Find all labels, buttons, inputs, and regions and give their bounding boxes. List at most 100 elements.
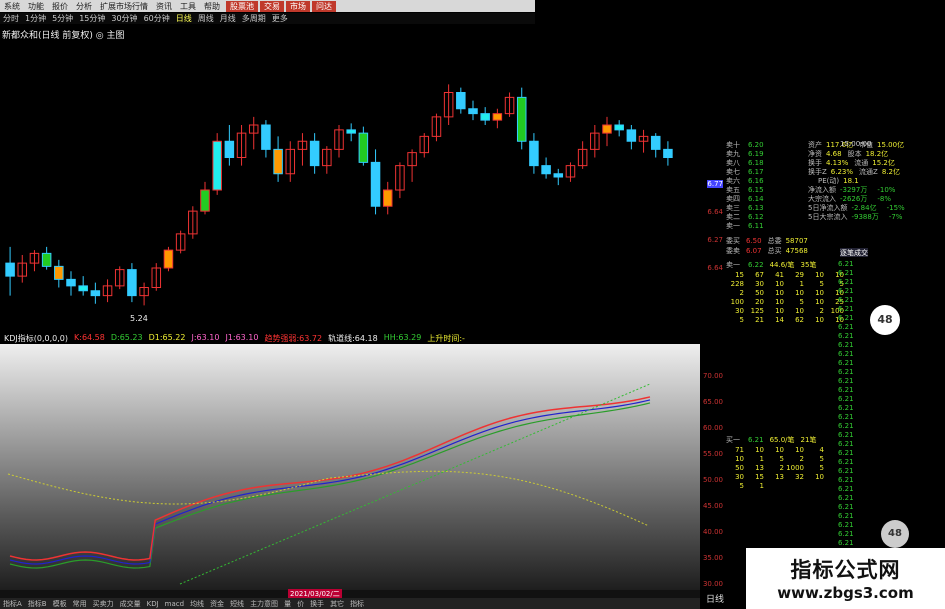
queue-cell: 62 [795,316,804,324]
indicator-tab-0[interactable]: 指标A [0,599,25,609]
tick-price: 6.21 [838,386,854,394]
queue-cell: 125 [750,307,764,315]
stat-row: 5日大宗流入 -9388万 -7% [808,212,902,221]
indicator-tab-11[interactable]: 主力意图 [247,599,281,609]
indicator-axis-tick: 70.00 [702,372,723,380]
indicator-tab-4[interactable]: 买卖力 [90,599,117,609]
tick-price: 6.21 [838,503,854,511]
ticks-header: 逐笔成交 [840,248,868,257]
queue-cell: 50 [735,464,744,472]
candle [419,133,430,158]
queue-count: 21笔 [800,436,817,444]
tick-price: 6.21 [838,296,854,304]
indicator-tab-8[interactable]: 均线 [187,599,207,609]
candle [638,129,649,153]
queue-cell: 71 [735,446,744,454]
sell-level-label: 卖四 [726,195,740,203]
indicator-tab-14[interactable]: 换手 [307,599,327,609]
float-badge-bottom[interactable]: 48 [881,520,909,548]
candle [151,263,162,291]
queue-cell: 2 [799,455,804,463]
sell-level: 卖二 6.12 [726,212,764,221]
candle [334,125,344,158]
tick-price: 6.21 [838,458,854,466]
order-summary: 委买 6.50 总委 58707 [726,236,808,245]
candle [504,92,515,117]
stat-row: PE(动) 18.1 [808,176,859,185]
clock: 15:00:00 [840,140,872,148]
indicator-tab-16[interactable]: 指标 [347,599,367,609]
tick-price: 6.21 [838,431,854,439]
float-badge-top[interactable]: 48 [870,305,900,335]
indicator-tab-6[interactable]: KDJ [144,600,162,608]
tick-price: 6.21 [838,359,854,367]
queue-qty: 65.0/笔 [769,436,795,444]
indicator-tab-1[interactable]: 指标B [25,599,50,609]
candle [200,181,210,215]
stat-row: 净流入额 -3297万 -10% [808,185,895,194]
sell-level: 卖五 6.15 [726,185,764,194]
sell-level: 卖六 6.16 [726,176,764,185]
queue-cell: 1 [799,280,804,288]
indicator-name[interactable]: KDJ指标(0,0,0,0) [4,333,68,344]
line-d [9,402,651,569]
queue-cell: 2 [779,464,784,472]
indicator-tab-5[interactable]: 成交量 [117,599,144,609]
tick-price: 6.21 [838,341,854,349]
indicator-tab-13[interactable]: 价 [294,599,307,609]
stat-value: 4.68 [826,150,842,158]
stat-row: 大宗流入 -2626万 -8% [808,194,891,203]
candle [650,133,661,158]
queue-label: 卖一 [726,261,740,269]
sell-level: 卖四 6.14 [726,194,764,203]
stat-row: 换手Z 6.23% 流通Z 8.2亿 [808,167,900,176]
sell-level: 卖十 6.20 [726,140,764,149]
queue-cell: 10 [815,473,824,481]
candle [565,162,576,182]
indicator-tab-9[interactable]: 资金 [207,599,227,609]
queue-cell: 14 [775,316,784,324]
candle [663,141,673,166]
indicator-panel[interactable] [0,344,700,590]
indicator-tab-12[interactable]: 量 [281,599,294,609]
indicator-value-2: D1:65.22 [148,333,186,342]
indicator-tab-10[interactable]: 短线 [227,599,247,609]
queue-cell: 5 [819,280,824,288]
queue-cell: 10 [815,298,824,306]
queue-cell: 228 [730,280,744,288]
stat-value2: -15% [886,204,905,212]
stat-key: 大宗流入 [808,195,836,203]
candle [261,120,271,158]
sell-level-label: 卖五 [726,186,740,194]
candle [407,149,417,182]
sell-level-label: 卖六 [726,177,740,185]
indicator-tab-3[interactable]: 常用 [70,599,90,609]
stat-key: 换手Z [808,168,827,176]
candlestick-chart[interactable] [0,0,700,330]
indicator-tab-2[interactable]: 模板 [50,599,70,609]
tick-price: 6.21 [838,449,854,457]
stat-key: 5日大宗流入 [808,213,848,221]
stat-key2: 股本 [847,150,862,158]
candle [188,206,198,239]
indicator-tab-15[interactable]: 其它 [327,599,347,609]
line-j [9,396,651,561]
candle [492,108,503,129]
indicator-tab-7[interactable]: macd [162,600,187,608]
candle [346,123,356,142]
queue-cell: 10 [775,307,784,315]
order-value2: 47568 [785,247,808,255]
sell-level-price: 6.14 [748,195,764,203]
queue-cell: 50 [755,289,764,297]
indicator-value-6: 轨道线:64.18 [328,334,378,343]
sell-level-price: 6.13 [748,204,764,212]
candle [322,146,332,174]
stat-key: 5日净流入额 [808,204,848,212]
sell-level-label: 卖二 [726,213,740,221]
tick-price: 6.21 [838,539,854,547]
indicator-value-7: HH:63.29 [383,333,422,342]
queue-cell: 29 [795,271,804,279]
track-line [179,383,651,585]
candle [236,125,247,166]
stat-value: -3297万 [840,186,868,194]
